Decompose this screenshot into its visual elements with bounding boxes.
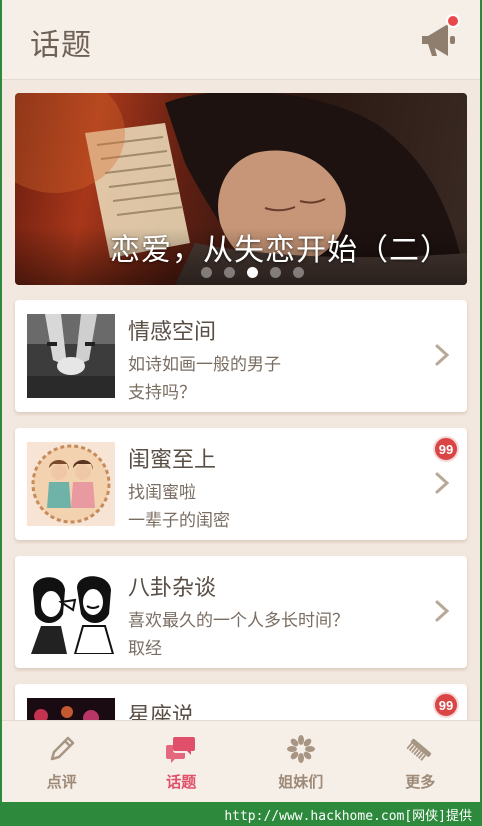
tab-sisters[interactable]: 姐妹们	[241, 721, 361, 802]
topic-thumbnail	[27, 698, 115, 720]
topic-subtitle: 支持吗？	[128, 383, 196, 403]
page-title: 话题	[30, 28, 92, 63]
tab-more[interactable]: 更多	[361, 721, 481, 802]
unread-badge: 99	[433, 692, 459, 718]
chevron-right-icon	[435, 600, 449, 622]
tab-label: 姐妹们	[278, 773, 324, 791]
tab-label: 点评	[46, 773, 77, 791]
page-dot[interactable]	[224, 267, 235, 278]
tab-label: 更多	[405, 773, 436, 791]
topic-subtitle: 找闺蜜啦	[128, 483, 196, 503]
comb-icon	[406, 738, 432, 761]
flower-icon	[286, 735, 315, 763]
topic-thumbnail	[27, 442, 115, 526]
topic-thumbnail	[27, 314, 115, 398]
topic-subtitle: 喜欢最久的一个人多长时间？	[128, 611, 349, 631]
chevron-right-icon	[435, 344, 449, 366]
notification-dot	[446, 14, 460, 28]
banner-page-indicator	[201, 267, 304, 279]
topic-thumbnail	[27, 570, 115, 654]
page-dot[interactable]	[201, 267, 212, 278]
tab-topics[interactable]: 话题	[122, 721, 242, 802]
pencil-icon	[50, 736, 74, 761]
topic-subtitle: 一辈子的闺密	[128, 511, 230, 531]
watermark-text: http://www.hackhome.com[网侠]提供	[224, 809, 472, 824]
topic-subtitle: 如诗如画一般的男子	[128, 355, 281, 375]
topic-feed: 恋爱，从失恋开始（二） 情感空间 如诗如画一般的男子 支持吗？ 闺蜜至上 找闺蜜…	[2, 80, 480, 720]
topic-title: 闺蜜至上	[128, 448, 217, 473]
topic-subtitle: 取经	[128, 639, 162, 659]
page-dot[interactable]	[270, 267, 281, 278]
tab-label: 话题	[166, 773, 197, 791]
tab-review[interactable]: 点评	[2, 721, 122, 802]
banner-caption: 恋爱，从失恋开始（二）	[110, 233, 451, 268]
app-screen: 话题 恋爱，从失恋开始（二） 情感空间 如诗如画一般的男子 支持吗？ 闺蜜至上 …	[2, 0, 480, 802]
page-dot[interactable]	[293, 267, 304, 278]
topic-card-gossip[interactable]: 八卦杂谈 喜欢最久的一个人多长时间？ 取经	[15, 556, 467, 668]
top-bar: 话题	[2, 0, 480, 80]
topic-card-zodiac[interactable]: 星座说 99	[15, 684, 467, 720]
chevron-right-icon	[435, 472, 449, 494]
page-dot-active[interactable]	[247, 267, 258, 278]
chat-bubbles-icon	[166, 737, 196, 763]
topic-card-emotion[interactable]: 情感空间 如诗如画一般的男子 支持吗？	[15, 300, 467, 412]
unread-badge: 99	[433, 436, 459, 462]
watermark-bar: http://www.hackhome.com[网侠]提供	[0, 802, 482, 826]
topic-card-bestie[interactable]: 闺蜜至上 找闺蜜啦 一辈子的闺密 99	[15, 428, 467, 540]
topic-title: 星座说	[128, 704, 195, 720]
featured-banner[interactable]: 恋爱，从失恋开始（二）	[15, 93, 467, 285]
topic-title: 情感空间	[128, 320, 217, 345]
topic-title: 八卦杂谈	[128, 576, 217, 601]
bottom-tab-bar: 点评 话题 姐妹们 更多	[2, 720, 480, 802]
